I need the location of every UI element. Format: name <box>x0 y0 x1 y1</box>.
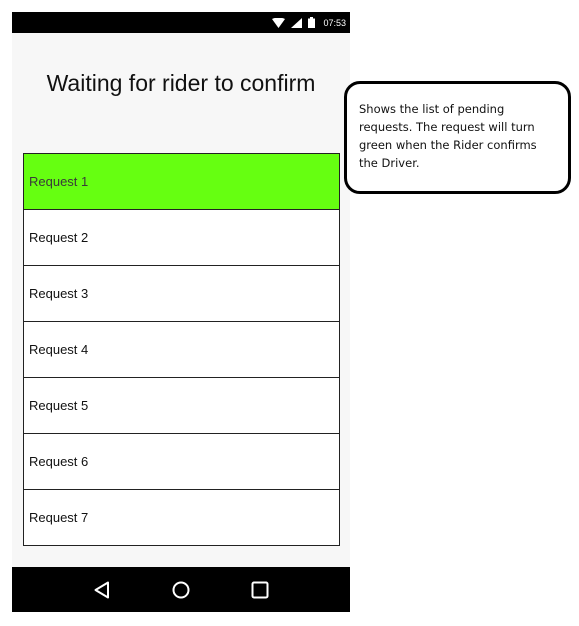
annotation-text: Shows the list of pending requests. The … <box>359 102 537 170</box>
signal-icon <box>291 17 303 28</box>
request-row[interactable]: Request 5 <box>24 378 339 434</box>
request-label: Request 5 <box>29 398 89 413</box>
request-label: Request 4 <box>29 342 89 357</box>
recents-icon[interactable] <box>251 581 269 599</box>
request-row[interactable]: Request 3 <box>24 266 339 322</box>
request-row[interactable]: Request 4 <box>24 322 339 378</box>
request-label: Request 2 <box>29 230 89 245</box>
request-row[interactable]: Request 6 <box>24 434 339 490</box>
request-label: Request 7 <box>29 510 89 525</box>
wifi-icon <box>272 17 286 28</box>
navigation-bar <box>12 567 350 612</box>
request-list: Request 1 Request 2 Request 3 Request 4 … <box>23 153 340 546</box>
status-time: 07:53 <box>323 17 346 28</box>
request-label: Request 3 <box>29 286 89 301</box>
request-label: Request 1 <box>29 174 89 189</box>
annotation-callout: Shows the list of pending requests. The … <box>344 81 571 194</box>
request-row[interactable]: Request 7 <box>24 490 339 546</box>
request-row[interactable]: Request 2 <box>24 210 339 266</box>
status-bar: 07:53 <box>12 12 350 33</box>
back-icon[interactable] <box>93 581 111 599</box>
home-icon[interactable] <box>172 581 190 599</box>
page-title: Waiting for rider to confirm <box>46 70 316 96</box>
request-label: Request 6 <box>29 454 89 469</box>
battery-icon <box>308 17 316 28</box>
phone-screen: 07:53 Waiting for rider to confirm Reque… <box>12 12 350 612</box>
status-icons: 07:53 <box>272 12 346 33</box>
request-row[interactable]: Request 1 <box>24 154 339 210</box>
